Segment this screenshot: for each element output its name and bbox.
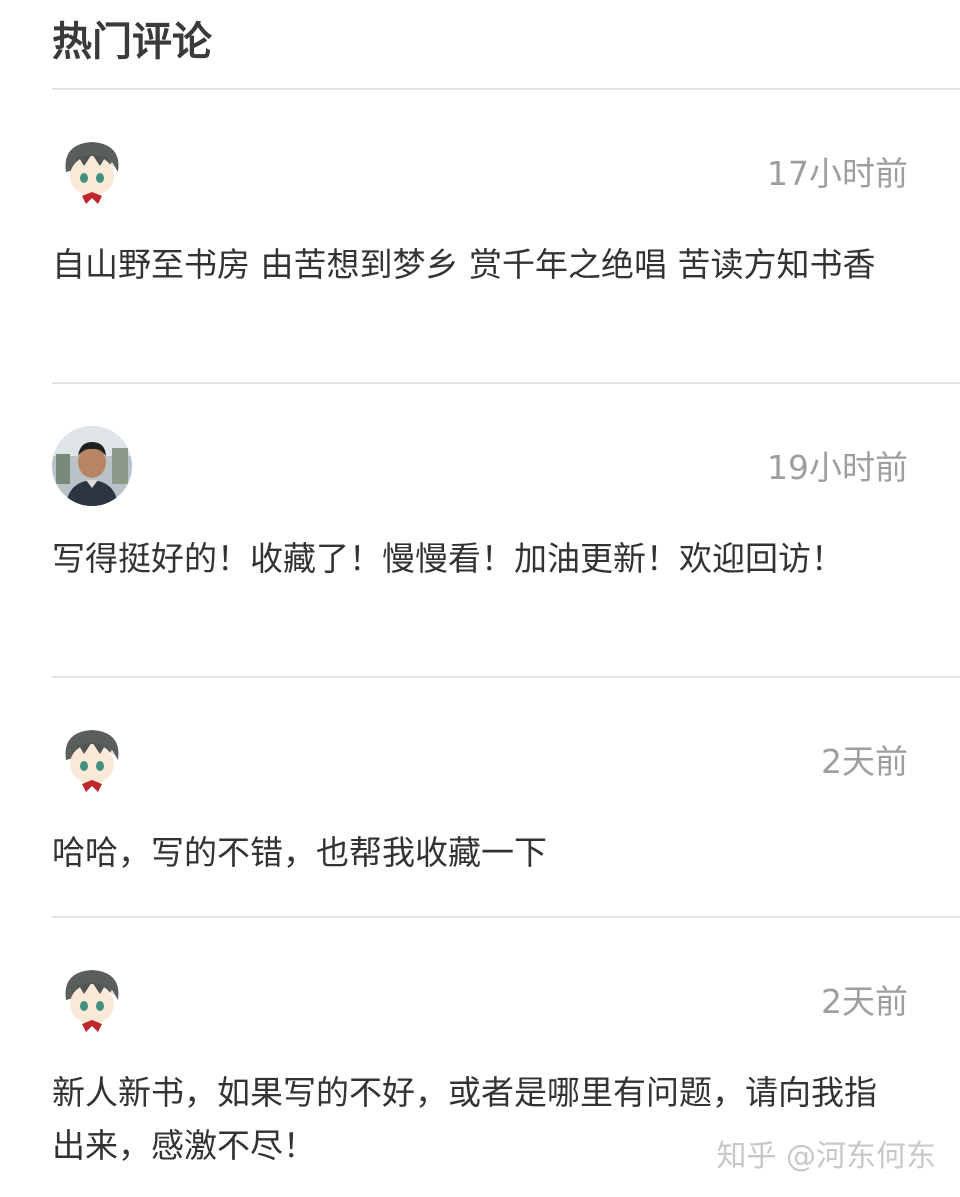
divider [52, 916, 960, 918]
divider [52, 382, 960, 384]
watermark: 知乎 @河东何东 [716, 1139, 936, 1174]
photo-avatar-icon[interactable] [52, 426, 132, 506]
comment-time: 2天前 [821, 742, 908, 781]
divider [52, 676, 960, 678]
comment-text: 自山野至书房 由苦想到梦乡 赏千年之绝唱 苦读方知书香 [52, 245, 876, 284]
comment-time: 19小时前 [767, 448, 908, 487]
comment-text: 写得挺好的！收藏了！慢慢看！加油更新！欢迎回访！ [52, 539, 844, 578]
comment-time: 2天前 [821, 982, 908, 1021]
anime-boy-avatar-icon[interactable] [52, 960, 132, 1040]
section-title: 热门评论 [52, 19, 212, 65]
anime-boy-avatar-icon[interactable] [52, 132, 132, 212]
divider [52, 88, 960, 90]
anime-boy-avatar-icon[interactable] [52, 720, 132, 800]
comment-time: 17小时前 [767, 154, 908, 193]
comment-text: 哈哈，写的不错，也帮我收藏一下 [52, 833, 547, 872]
